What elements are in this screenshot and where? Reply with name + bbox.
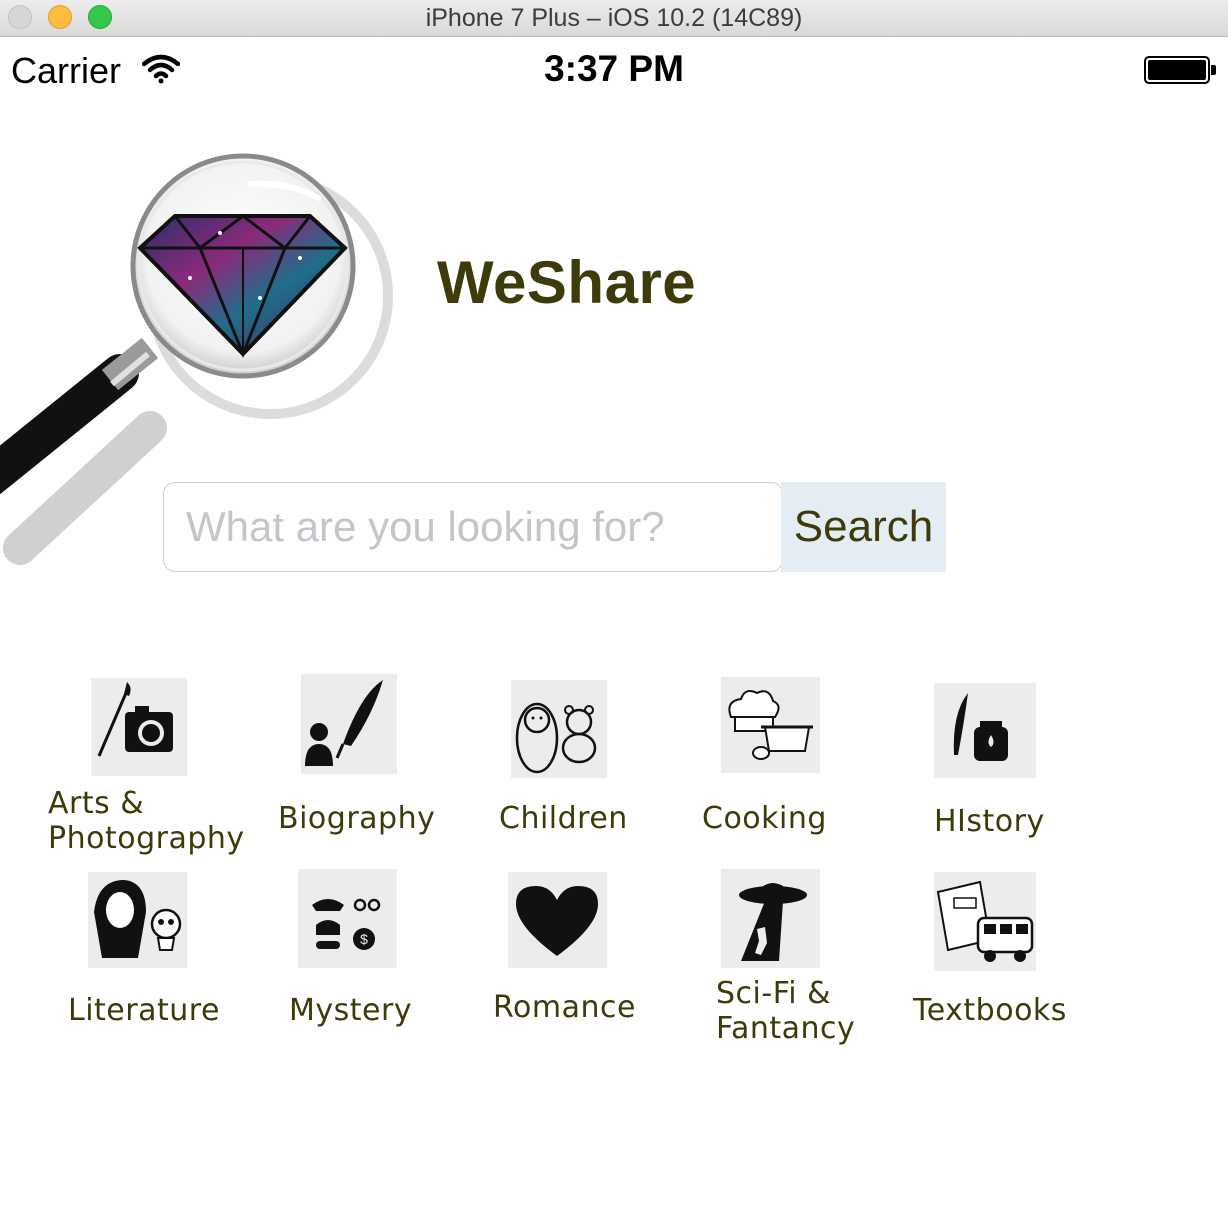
category-label-mystery[interactable]: Mystery [289, 993, 412, 1028]
category-label-scifi[interactable]: Sci-Fi & Fantancy [716, 976, 855, 1046]
heart-icon[interactable] [508, 872, 607, 968]
battery-tip [1211, 65, 1216, 75]
ufo-beam-icon[interactable] [721, 869, 820, 968]
paintbrush-camera-icon[interactable] [91, 678, 187, 776]
detective-handcuffs-icon[interactable]: $ [298, 869, 397, 968]
status-bar: Carrier 3:37 PM [0, 38, 1228, 102]
svg-text:$: $ [360, 931, 368, 947]
category-label-arts-line1: Arts & [48, 786, 145, 821]
chef-hat-pot-icon[interactable] [721, 677, 820, 773]
battery-icon [1144, 56, 1210, 84]
category-label-scifi-line2: Fantancy [716, 1011, 856, 1046]
category-label-children[interactable]: Children [499, 801, 628, 836]
category-label-textbooks[interactable]: Textbooks [913, 993, 1067, 1028]
quill-person-icon[interactable] [301, 674, 397, 774]
quill-inkpot-icon[interactable] [934, 683, 1036, 778]
search-input[interactable] [163, 482, 783, 572]
category-label-cooking[interactable]: Cooking [702, 801, 827, 836]
math-book-school-bus-icon[interactable] [934, 872, 1036, 971]
search-button[interactable]: Search [781, 482, 946, 572]
category-label-arts[interactable]: Arts & Photography [48, 786, 245, 856]
category-label-literature[interactable]: Literature [68, 993, 220, 1028]
baby-teddy-icon[interactable] [511, 680, 607, 778]
app-title: WeShare [437, 249, 697, 316]
category-label-scifi-line1: Sci-Fi & [716, 976, 832, 1011]
window-title: iPhone 7 Plus – iOS 10.2 (14C89) [425, 4, 803, 32]
window-title-bar: iPhone 7 Plus – iOS 10.2 (14C89) [0, 0, 1228, 37]
category-label-biography[interactable]: Biography [278, 801, 435, 836]
category-label-romance[interactable]: Romance [493, 990, 636, 1025]
category-label-arts-line2: Photography [48, 821, 245, 856]
shakespeare-skull-icon[interactable] [88, 872, 187, 968]
category-label-history[interactable]: HIstory [934, 804, 1045, 839]
status-time: 3:37 PM [544, 48, 684, 89]
